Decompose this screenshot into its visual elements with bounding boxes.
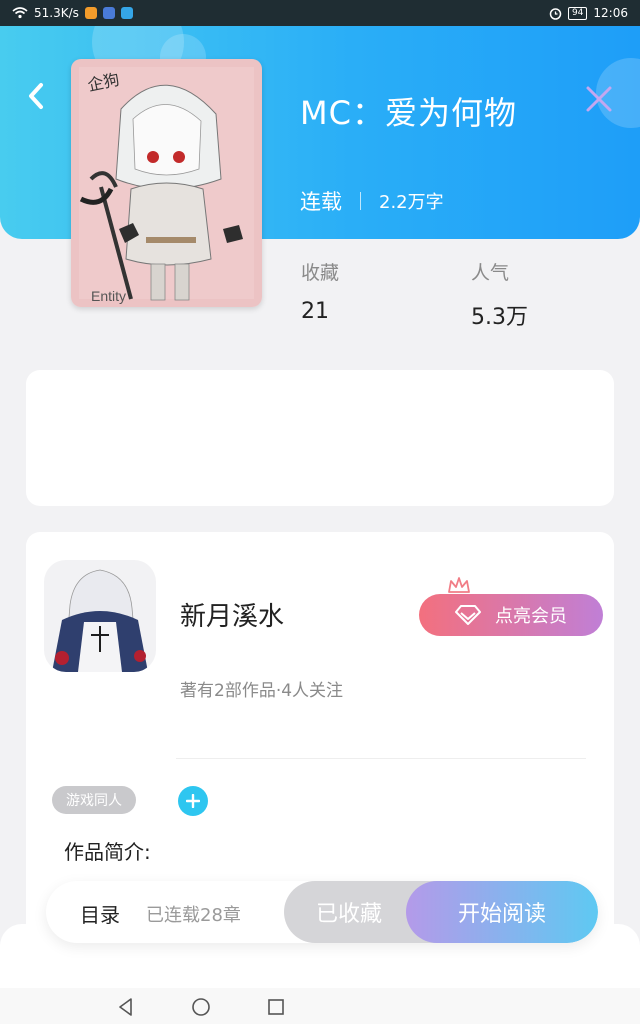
clock: 12:06 [593,6,628,20]
bottom-action-bar: 目录 已连载28章 已收藏 开始阅读 [46,881,598,943]
book-meta: 连载 2.2万字 [300,186,444,216]
book-cover[interactable]: 企狗 Entity [71,59,262,307]
favorites-stat: 收藏 21 [301,258,339,324]
app-notification-icon [102,7,115,19]
section-divider [176,758,586,759]
crown-icon [448,577,470,593]
cover-illustration: 企狗 Entity [71,59,262,307]
cover-text-bottom: Entity [91,288,126,304]
diamond-icon [455,605,481,625]
close-icon [586,86,612,112]
add-tag-button[interactable] [178,786,208,816]
system-nav-bar [0,988,640,1024]
start-reading-button[interactable]: 开始阅读 [406,881,598,943]
favorites-label: 收藏 [301,262,340,284]
author-summary: 著有2部作品·4人关注 [180,681,344,701]
meta-divider [360,192,361,210]
app-notification-icon [84,7,97,19]
word-count: 2.2万字 [379,192,444,213]
battery-indicator: 94 [567,6,588,20]
genre-tag[interactable]: 游戏同人 [52,786,136,814]
nav-recents-icon[interactable] [265,996,287,1018]
app-notification-icon [120,7,133,19]
nav-back-icon[interactable] [115,996,137,1018]
book-title: MC：爱为何物 [300,94,517,132]
avatar-illustration [44,560,156,672]
favorites-value: 21 [301,299,329,324]
network-speed: 51.3K/s [34,6,79,20]
collected-button-label: 已收藏 [315,902,382,927]
table-of-contents-button[interactable]: 目录 [80,899,120,928]
content-card-blank [26,370,614,506]
serial-status: 连载 [300,190,342,214]
back-arrow-icon [29,83,43,109]
chapter-count[interactable]: 已连载28章 [146,901,241,927]
vip-button-label: 点亮会员 [495,606,567,627]
popularity-stat: 人气 5.3万 [471,258,528,331]
popularity-value: 5.3万 [471,305,528,330]
status-bar: 51.3K/s 94 12:06 [0,0,640,26]
close-button[interactable] [584,84,614,114]
back-button[interactable] [22,80,50,112]
plus-icon [186,794,200,808]
alarm-icon [549,7,562,20]
author-avatar[interactable] [44,560,156,672]
activate-vip-button[interactable]: 点亮会员 [419,594,603,636]
wifi-icon [12,7,28,19]
author-name[interactable]: 新月溪水 [180,596,284,633]
nav-home-icon[interactable] [190,996,212,1018]
popularity-label: 人气 [471,262,510,284]
synopsis-label: 作品简介: [64,840,151,864]
